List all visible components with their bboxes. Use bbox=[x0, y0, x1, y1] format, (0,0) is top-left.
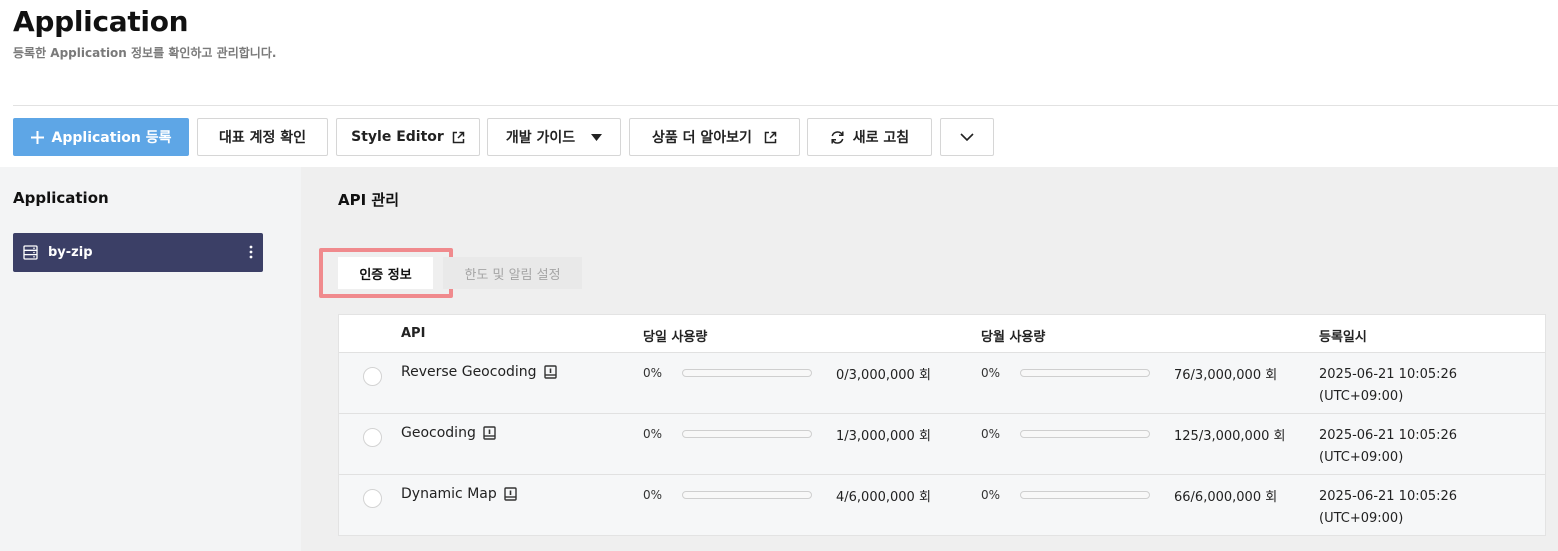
kebab-icon[interactable] bbox=[249, 245, 253, 259]
learn-more-button[interactable]: 상품 더 알아보기 bbox=[629, 118, 800, 156]
document-icon[interactable] bbox=[504, 487, 517, 501]
monthly-usage-percent: 0% bbox=[981, 488, 1001, 502]
daily-usage-bar bbox=[682, 369, 812, 377]
external-link-icon bbox=[452, 131, 465, 143]
header-divider bbox=[13, 105, 1558, 106]
register-application-label: Application 등록 bbox=[51, 130, 172, 146]
monthly-usage-percent: 0% bbox=[981, 427, 1001, 441]
table-row[interactable]: Dynamic Map 0% 4/6,000,000 회 0% 66/6,000… bbox=[339, 475, 1545, 536]
api-table: API 당일 사용량 당월 사용량 등록일시 Reverse Geocoding… bbox=[338, 314, 1546, 536]
daily-usage-bar bbox=[682, 430, 812, 438]
refresh-icon bbox=[831, 130, 844, 144]
monthly-usage-count: 76/3,000,000 회 bbox=[1174, 368, 1278, 383]
document-icon[interactable] bbox=[543, 365, 557, 379]
header-registered-date: 등록일시 bbox=[1319, 330, 1367, 345]
plus-icon bbox=[30, 130, 44, 144]
daily-usage-count: 0/3,000,000 회 bbox=[836, 368, 931, 383]
monthly-usage-count: 125/3,000,000 회 bbox=[1174, 429, 1286, 444]
registered-date: 2025-06-21 10:05:26 (UTC+09:00) bbox=[1319, 425, 1457, 469]
registered-date-value: 2025-06-21 10:05:26 bbox=[1319, 428, 1458, 443]
refresh-button[interactable]: 새로 고침 bbox=[807, 118, 932, 156]
registered-date-tz: (UTC+09:00) bbox=[1319, 450, 1404, 465]
monthly-usage-bar bbox=[1020, 430, 1150, 438]
registered-date-tz: (UTC+09:00) bbox=[1319, 389, 1404, 404]
monthly-usage-count: 66/6,000,000 회 bbox=[1174, 490, 1278, 505]
registered-date: 2025-06-21 10:05:26 (UTC+09:00) bbox=[1319, 486, 1457, 530]
api-name: Reverse Geocoding bbox=[401, 364, 557, 380]
registered-date-value: 2025-06-21 10:05:26 bbox=[1319, 367, 1458, 382]
api-name-text: Dynamic Map bbox=[401, 486, 497, 502]
row-select-radio[interactable] bbox=[363, 367, 382, 386]
main-title: API 관리 bbox=[338, 191, 400, 209]
caret-down-icon bbox=[591, 133, 603, 141]
api-name: Geocoding bbox=[401, 425, 496, 441]
row-select-radio[interactable] bbox=[363, 428, 382, 447]
api-name: Dynamic Map bbox=[401, 486, 517, 502]
tab-auth-info[interactable]: 인증 정보 bbox=[338, 257, 433, 289]
chevron-down-icon bbox=[960, 133, 974, 141]
daily-usage-bar bbox=[682, 491, 812, 499]
monthly-usage-bar bbox=[1020, 491, 1150, 499]
registered-date-tz: (UTC+09:00) bbox=[1319, 511, 1404, 526]
registered-date-value: 2025-06-21 10:05:26 bbox=[1319, 489, 1458, 504]
daily-usage-percent: 0% bbox=[643, 488, 663, 502]
account-check-label: 대표 계정 확인 bbox=[218, 130, 307, 146]
page-subtitle: 등록한 Application 정보를 확인하고 관리합니다. bbox=[13, 46, 277, 60]
sidebar-item-label: by-zip bbox=[48, 245, 93, 260]
style-editor-label: Style Editor bbox=[351, 129, 444, 145]
daily-usage-percent: 0% bbox=[643, 427, 663, 441]
header-api: API bbox=[401, 326, 426, 341]
learn-more-label: 상품 더 알아보기 bbox=[652, 130, 752, 146]
document-icon[interactable] bbox=[483, 426, 496, 440]
refresh-label: 새로 고침 bbox=[852, 130, 910, 146]
external-link-icon bbox=[764, 131, 777, 143]
sidebar-item-application[interactable]: by-zip bbox=[13, 233, 263, 272]
register-application-button[interactable]: Application 등록 bbox=[13, 118, 189, 156]
header-monthly-usage: 당월 사용량 bbox=[981, 330, 1046, 345]
page-title: Application bbox=[13, 5, 189, 38]
dev-guide-label: 개발 가이드 bbox=[505, 130, 576, 146]
tab-limit-alert-settings[interactable]: 한도 및 알림 설정 bbox=[443, 257, 582, 289]
account-check-button[interactable]: 대표 계정 확인 bbox=[197, 118, 328, 156]
server-icon bbox=[23, 245, 38, 260]
registered-date: 2025-06-21 10:05:26 (UTC+09:00) bbox=[1319, 364, 1457, 408]
api-name-text: Reverse Geocoding bbox=[401, 364, 537, 380]
table-row[interactable]: Reverse Geocoding 0% 0/3,000,000 회 0% 76… bbox=[339, 353, 1545, 414]
style-editor-button[interactable]: Style Editor bbox=[336, 118, 480, 156]
main-panel: API 관리 인증 정보 한도 및 알림 설정 API 당일 사용량 당월 사용… bbox=[301, 167, 1558, 551]
row-select-radio[interactable] bbox=[363, 489, 382, 508]
sidebar-title: Application bbox=[13, 189, 109, 207]
dev-guide-dropdown[interactable]: 개발 가이드 bbox=[487, 118, 621, 156]
sidebar: Application by-zip bbox=[0, 167, 301, 551]
header-daily-usage: 당일 사용량 bbox=[643, 330, 708, 345]
table-row[interactable]: Geocoding 0% 1/3,000,000 회 0% 125/3,000,… bbox=[339, 414, 1545, 475]
more-toggle-button[interactable] bbox=[940, 118, 994, 156]
daily-usage-percent: 0% bbox=[643, 366, 663, 380]
daily-usage-count: 1/3,000,000 회 bbox=[836, 429, 931, 444]
daily-usage-count: 4/6,000,000 회 bbox=[836, 490, 931, 505]
table-header-row: API 당일 사용량 당월 사용량 등록일시 bbox=[339, 315, 1545, 353]
monthly-usage-bar bbox=[1020, 369, 1150, 377]
api-name-text: Geocoding bbox=[401, 425, 476, 441]
monthly-usage-percent: 0% bbox=[981, 366, 1001, 380]
